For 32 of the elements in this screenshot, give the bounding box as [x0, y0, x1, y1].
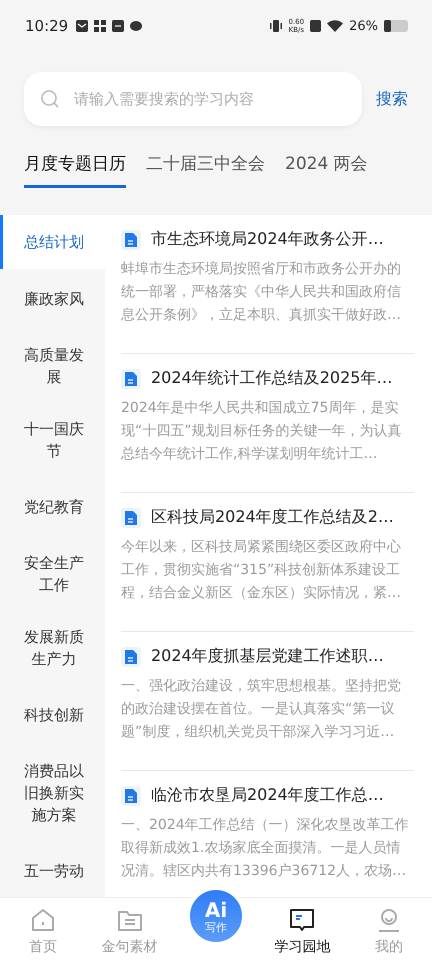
search-button[interactable]: 搜索 — [376, 88, 408, 110]
tab[interactable]: 二十届三中全会 — [146, 146, 265, 188]
document-icon — [121, 368, 141, 388]
inbox-icon — [112, 20, 124, 32]
document-icon — [121, 646, 141, 666]
search-field[interactable]: 请输入需要搜索的学习内容 — [24, 72, 362, 126]
document-icon — [121, 786, 141, 806]
mail-icon — [76, 20, 88, 32]
battery-percent: 26% — [349, 18, 378, 34]
article-summary: 一、2024年工作总结（一）深化农垦改革工作取得新成效1.农场家底全面摸清。一是人员情况清。辖区内共有13396户36712人，农场… — [121, 816, 410, 881]
wifi-icon — [327, 20, 344, 32]
status-time: 10:29 — [25, 17, 68, 35]
category-item[interactable]: 总结计划 — [0, 215, 105, 269]
nav-tab[interactable]: 学习园地 — [259, 898, 346, 964]
article-summary: 2024年是中华人民共和国成立75周年，是实现“十四五”规划目标任务的关键一年，为认真总结今年统计工作,科学谋划明年统计工… — [121, 399, 403, 464]
search-icon — [40, 89, 60, 109]
article-summary: 蚌埠市生态环境局按照省厅和市政务公开办的统一部署，严格落实《中华人民共和国政府信息公开条例》，立足本职、真抓实干做好政… — [121, 260, 402, 325]
document-icon — [121, 508, 141, 528]
book-icon — [288, 906, 316, 934]
document-icon — [121, 230, 141, 250]
battery-icon — [384, 20, 408, 32]
article-summary: 今年以来，区科技局紧紧围绕区委区政府中心工作，贯彻实施省“315”科技创新体系建设工程，结合金义新区（金东区）实际情况，紧… — [121, 538, 402, 603]
article-summary: 一、强化政治建设，筑牢思想根基。坚持把党的政治建设摆在首位。一是认真落实“第一议题”制度，组织机关党员干部深入学习习近… — [121, 677, 402, 742]
article-title[interactable]: 临沧市农垦局2024年度工作总… — [151, 785, 384, 806]
tab[interactable]: 月度专题日历 — [24, 146, 126, 188]
tab[interactable]: 2024 两会 — [285, 146, 368, 188]
vibrate-icon — [268, 20, 282, 32]
article-title[interactable]: 2024年度抓基层党建工作述职… — [151, 646, 384, 667]
article-title[interactable]: 区科技局2024年度工作总结及2… — [151, 507, 394, 528]
article-title[interactable]: 市生态环境局2024年政务公开… — [151, 229, 384, 250]
article-title[interactable]: 2024年统计工作总结及2025年… — [151, 368, 392, 389]
search-input[interactable]: 请输入需要搜索的学习内容 — [72, 89, 346, 109]
